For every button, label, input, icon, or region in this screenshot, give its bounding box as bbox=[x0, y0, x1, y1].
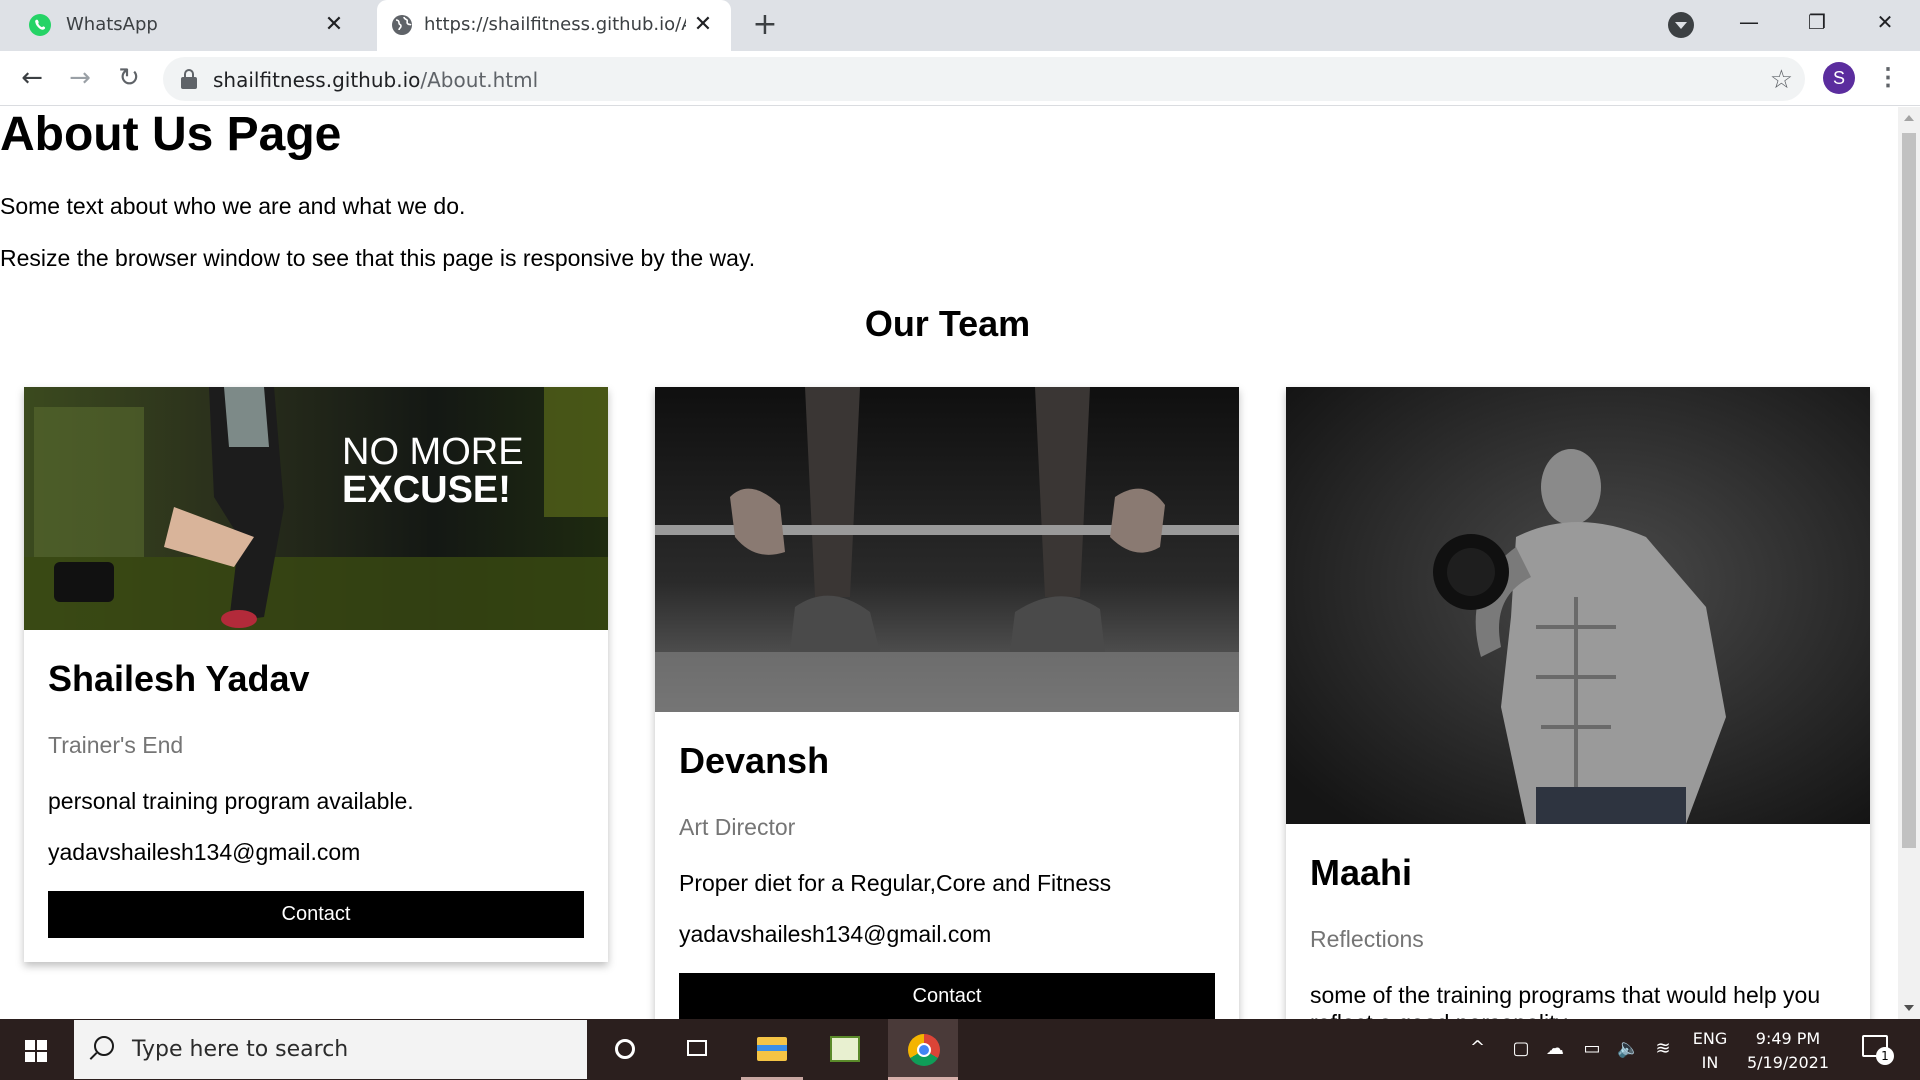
task-view-icon[interactable] bbox=[663, 1019, 733, 1080]
contact-button[interactable]: Contact bbox=[48, 891, 584, 938]
member-description: personal training program available. bbox=[48, 788, 414, 814]
barbell-photo bbox=[655, 387, 1239, 712]
member-name: Maahi bbox=[1310, 852, 1413, 893]
tab-search-icon[interactable] bbox=[1668, 12, 1694, 38]
whatsapp-icon bbox=[29, 14, 51, 36]
paint-app-icon[interactable] bbox=[810, 1019, 880, 1080]
minimize-button[interactable]: — bbox=[1716, 0, 1782, 44]
close-tab-icon[interactable]: ✕ bbox=[689, 11, 717, 39]
intro-paragraph: Some text about who we are and what we d… bbox=[0, 193, 466, 219]
globe-icon bbox=[392, 15, 412, 35]
responsive-note: Resize the browser window to see that th… bbox=[0, 245, 756, 271]
profile-avatar[interactable]: S bbox=[1823, 62, 1855, 94]
cortana-icon[interactable] bbox=[590, 1019, 660, 1080]
system-clock[interactable]: 9:49 PM 5/19/2021 bbox=[1740, 1027, 1836, 1075]
bodybuilder-photo bbox=[1286, 387, 1870, 824]
member-description: Proper diet for a Regular,Core and Fitne… bbox=[679, 870, 1112, 896]
reload-button[interactable]: ↻ bbox=[112, 61, 146, 95]
member-name: Shailesh Yadav bbox=[48, 658, 310, 699]
member-role: Trainer's End bbox=[48, 732, 184, 758]
url-text[interactable]: shailfitness.github.io/About.html bbox=[213, 68, 538, 92]
notification-center-icon[interactable]: 1 bbox=[1862, 1035, 1894, 1065]
clock-time: 9:49 PM bbox=[1755, 1029, 1821, 1048]
bookmark-star-icon[interactable]: ☆ bbox=[1770, 61, 1793, 97]
scroll-down-icon[interactable] bbox=[1904, 1005, 1914, 1011]
volume-icon[interactable]: 🔈 bbox=[1617, 1038, 1639, 1060]
windows-start-button[interactable] bbox=[0, 1019, 70, 1080]
chrome-icon[interactable] bbox=[888, 1019, 958, 1080]
close-tab-icon[interactable]: ✕ bbox=[320, 11, 348, 39]
file-explorer-icon[interactable] bbox=[737, 1019, 807, 1080]
restore-button[interactable]: ❐ bbox=[1784, 0, 1850, 44]
contact-button[interactable]: Contact bbox=[679, 973, 1215, 1019]
scroll-up-icon[interactable] bbox=[1904, 115, 1914, 121]
team-card-shailesh: NO MORE EXCUSE! Shailesh Yadav Trainer's… bbox=[24, 387, 608, 962]
team-card-devansh: Devansh Art Director Proper diet for a R… bbox=[655, 387, 1239, 1019]
meet-now-icon[interactable]: ▢ bbox=[1510, 1038, 1532, 1060]
language-code: ENG bbox=[1692, 1029, 1728, 1048]
region-code: IN bbox=[1701, 1053, 1719, 1072]
url-domain: shailfitness.github.io bbox=[213, 68, 421, 92]
browser-toolbar: ← → ↻ shailfitness.github.io/About.html … bbox=[0, 51, 1920, 106]
photo-caption-line: NO MORE bbox=[342, 431, 524, 473]
page-viewport: About Us Page Some text about who we are… bbox=[0, 107, 1898, 1019]
tab-whatsapp[interactable]: WhatsApp ✕ bbox=[0, 0, 370, 51]
language-indicator[interactable]: ENG IN bbox=[1688, 1027, 1732, 1075]
member-name: Devansh bbox=[679, 740, 830, 781]
address-bar[interactable]: shailfitness.github.io/About.html ☆ bbox=[163, 57, 1805, 101]
forward-button[interactable]: → bbox=[63, 61, 97, 95]
tab-strip: WhatsApp ✕ https://shailfitness.github.i… bbox=[0, 0, 1920, 51]
taskbar-search-input[interactable]: Type here to search bbox=[74, 1020, 587, 1079]
team-card-maahi: Maahi Reflections some of the training p… bbox=[1286, 387, 1870, 1019]
search-icon bbox=[94, 1036, 114, 1056]
member-description: some of the training programs that would… bbox=[1310, 982, 1821, 1019]
browser-menu-icon[interactable]: ⋮ bbox=[1876, 61, 1900, 95]
photo-caption: NO MORE EXCUSE! bbox=[342, 433, 524, 509]
close-window-button[interactable]: ✕ bbox=[1852, 0, 1918, 44]
tab-title: https://shailfitness.github.io/About.htm… bbox=[424, 14, 686, 35]
tab-title: WhatsApp bbox=[66, 14, 158, 35]
show-hidden-icons-icon[interactable]: ^ bbox=[1470, 1037, 1485, 1058]
member-role: Reflections bbox=[1310, 926, 1424, 952]
member-email: yadavshailesh134@gmail.com bbox=[679, 921, 992, 947]
windows-logo-icon bbox=[25, 1040, 35, 1050]
gym-photo: NO MORE EXCUSE! bbox=[24, 387, 608, 630]
page-scrollbar[interactable] bbox=[1898, 107, 1920, 1019]
photo-caption-line: EXCUSE! bbox=[342, 469, 511, 511]
battery-icon[interactable]: ▭ bbox=[1581, 1038, 1603, 1060]
clock-date: 5/19/2021 bbox=[1746, 1053, 1830, 1072]
onedrive-cloud-icon[interactable]: ☁ bbox=[1544, 1038, 1566, 1060]
back-button[interactable]: ← bbox=[15, 61, 49, 95]
new-tab-button[interactable]: + bbox=[748, 8, 782, 42]
url-path: /About.html bbox=[420, 68, 539, 92]
notification-badge: 1 bbox=[1876, 1047, 1894, 1065]
team-heading: Our Team bbox=[864, 303, 1031, 344]
member-email: yadavshailesh134@gmail.com bbox=[48, 839, 361, 865]
page-title: About Us Page bbox=[0, 108, 342, 161]
lock-icon[interactable] bbox=[181, 69, 197, 89]
scroll-thumb[interactable] bbox=[1902, 133, 1916, 848]
taskbar: Type here to search ^ ▢ ☁ ▭ 🔈 ≋ ENG IN 9… bbox=[0, 1019, 1920, 1080]
wifi-icon[interactable]: ≋ bbox=[1652, 1038, 1674, 1060]
search-placeholder: Type here to search bbox=[132, 1037, 349, 1062]
member-role: Art Director bbox=[679, 814, 796, 840]
tab-about[interactable]: https://shailfitness.github.io/About.htm… bbox=[377, 0, 731, 51]
